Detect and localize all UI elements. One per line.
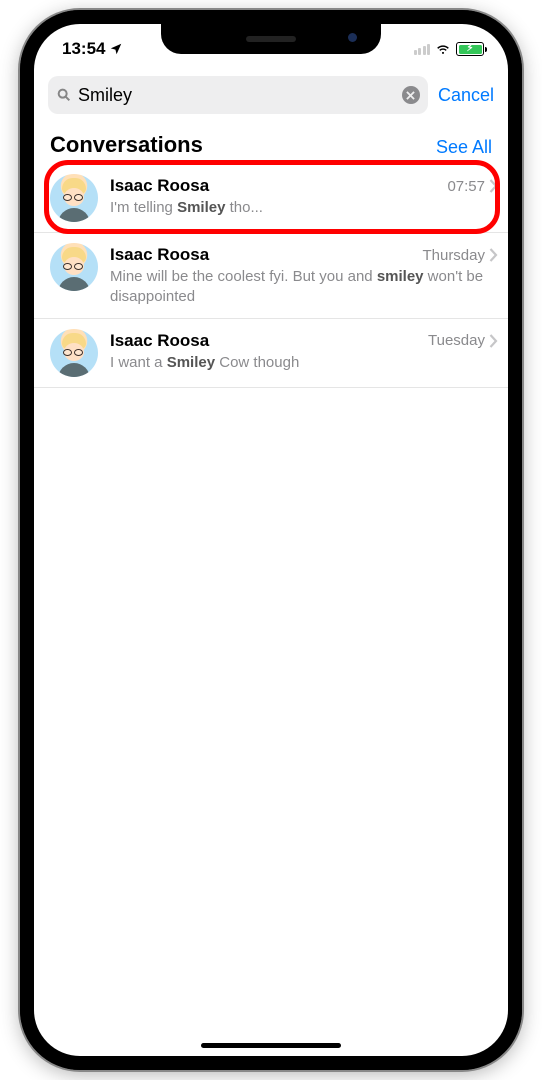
message-preview: I'm telling Smiley tho... (110, 198, 498, 218)
message-time: 07:57 (447, 178, 498, 195)
contact-name: Isaac Roosa (110, 176, 209, 196)
chevron-right-icon (489, 334, 498, 348)
cancel-button[interactable]: Cancel (438, 85, 494, 106)
contact-name: Isaac Roosa (110, 245, 209, 265)
conversation-row[interactable]: Isaac Roosa Tuesday I want a Smiley Cow th… (34, 319, 508, 388)
status-time: 13:54 (62, 39, 105, 59)
avatar (50, 174, 98, 222)
message-time: Tuesday (428, 332, 498, 349)
message-preview: I want a Smiley Cow though (110, 353, 498, 373)
chevron-right-icon (489, 179, 498, 193)
search-input[interactable] (78, 85, 396, 106)
clear-search-button[interactable] (402, 86, 420, 104)
contact-name: Isaac Roosa (110, 331, 209, 351)
home-indicator[interactable] (201, 1043, 341, 1048)
results-list: Isaac Roosa 07:57 I'm telling Smiley tho..… (34, 164, 508, 1056)
conversation-row[interactable]: Isaac Roosa Thursday Mine will be the cool… (34, 233, 508, 319)
wifi-icon (434, 42, 452, 56)
search-field[interactable] (48, 76, 428, 114)
see-all-link[interactable]: See All (436, 137, 492, 158)
device-notch (161, 24, 381, 54)
location-arrow-icon (109, 42, 123, 56)
close-icon (406, 91, 415, 100)
message-time: Thursday (422, 247, 498, 264)
conversation-row[interactable]: Isaac Roosa 07:57 I'm telling Smiley tho..… (34, 164, 508, 233)
avatar (50, 329, 98, 377)
avatar (50, 243, 98, 291)
section-title: Conversations (50, 132, 203, 158)
cellular-signal-icon (414, 43, 431, 55)
message-preview: Mine will be the coolest fyi. But you an… (110, 267, 498, 308)
battery-icon: ⚡︎ (456, 42, 484, 56)
chevron-right-icon (489, 248, 498, 262)
search-icon (56, 87, 72, 103)
